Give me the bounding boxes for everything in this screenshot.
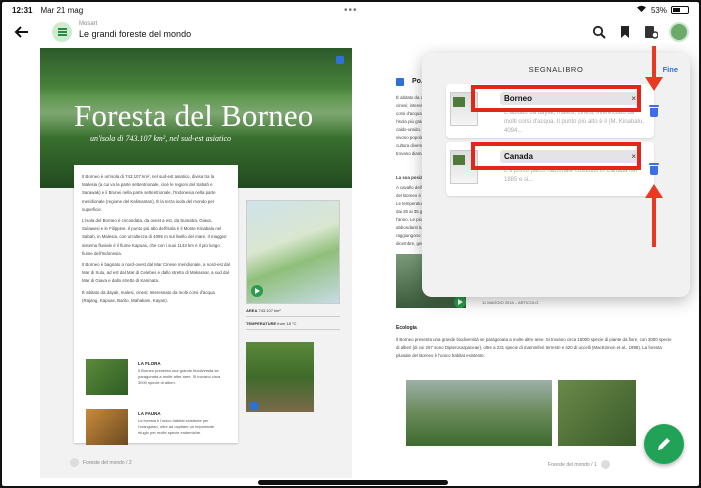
- sidebar-title: LA FLORA: [138, 361, 161, 366]
- map-temp-title: TEMPERATURE: [246, 321, 277, 326]
- tarsier-image[interactable]: [558, 380, 636, 446]
- annotation-marker-icon[interactable]: [250, 402, 258, 410]
- map-card: AREA 743.107 km² TEMPERATURE from 18 °C: [246, 200, 340, 330]
- back-arrow-icon[interactable]: [12, 22, 32, 42]
- edit-pen-button[interactable]: [644, 424, 684, 464]
- highlight-box-borneo: [471, 85, 641, 112]
- page-number-circle: [70, 458, 79, 467]
- bridge-image[interactable]: [246, 342, 314, 412]
- home-indicator[interactable]: [258, 480, 448, 485]
- sidebar-text: La foresta è l'unico habitat esistente p…: [138, 418, 215, 435]
- book-page-left: Foresta del Borneo un'isola di 743.107 k…: [40, 48, 352, 478]
- fauna-image: [86, 409, 128, 445]
- wifi-icon: [636, 5, 647, 15]
- status-bar: 12:31 Mar 21 mag ••• 53%: [2, 2, 699, 18]
- battery-icon: [671, 6, 689, 14]
- sidebar-text: Il Borneo presenta una grande biodiversi…: [138, 368, 221, 385]
- play-video-icon[interactable]: [251, 285, 263, 297]
- forest-mist-image[interactable]: [406, 380, 552, 446]
- flora-image: [86, 359, 128, 395]
- pen-icon: [658, 438, 670, 450]
- toolbar-actions: [591, 22, 689, 42]
- arrow-up-shaft: [652, 197, 656, 247]
- trash-icon[interactable]: [649, 105, 659, 117]
- search-icon[interactable]: [591, 24, 607, 40]
- article-text-box: Il Borneo è un'isola di 743.107 km², nel…: [74, 165, 238, 445]
- article-date: 11 MAGGIO 2016 – ARTICOLO: [482, 300, 539, 305]
- paragraph: Il Borneo è un'isola di 743.107 km², nel…: [82, 174, 216, 212]
- arrow-up-icon: [645, 184, 663, 198]
- page-subtitle: un'isola di 743.107 km², nel sud-est asi…: [90, 134, 231, 143]
- paragraph: L'isola del Borneo è circondata, da oves…: [82, 218, 227, 256]
- page-footer-right: Foreste del mondo / 1: [548, 460, 610, 469]
- publisher-label: Mosart: [79, 21, 98, 27]
- annotation-marker-icon[interactable]: [336, 56, 344, 64]
- panel-title: SEGNALIBRO: [528, 65, 584, 74]
- paragraph: È abitato da dayak, malesi, cinesi; Inte…: [82, 289, 215, 303]
- status-time: 12:31: [12, 5, 33, 15]
- status-date: Mar 21 mag: [40, 5, 84, 15]
- sidebar-boxes: LA FLORA Il Borneo presenta una grande b…: [82, 355, 232, 455]
- map-area-value: 743.107 km²: [258, 308, 281, 313]
- battery-percent: 53%: [650, 5, 667, 15]
- sidebar-item-flora: LA FLORA Il Borneo presenta una grande b…: [82, 355, 232, 401]
- ecology-title: Ecologia: [396, 325, 417, 331]
- sidebar-item-fauna: LA FAUNA La foresta è l'unico habitat es…: [82, 405, 232, 451]
- book-title: Le grandi foreste del mondo: [79, 29, 192, 39]
- ecology-text: Il Borneo presenta una grande biodiversi…: [396, 337, 672, 358]
- map-temp-label: TEMPERATURE from 18 °C: [246, 321, 340, 330]
- table-of-contents-icon[interactable]: [52, 22, 72, 42]
- highlight-box-canada: [471, 142, 641, 170]
- battery-level-fill: [673, 8, 681, 12]
- arrow-down-shaft: [652, 46, 656, 78]
- avatar[interactable]: [669, 22, 689, 42]
- page-title: Foresta del Borneo: [74, 98, 314, 133]
- page-footer-left: Foreste del mondo / 2: [70, 458, 132, 467]
- map-area-label: AREA 743.107 km²: [246, 308, 340, 317]
- annotation-marker-icon[interactable]: [396, 78, 404, 86]
- top-toolbar: Mosart Le grandi foreste del mondo: [2, 18, 699, 48]
- multitasking-dots-icon[interactable]: •••: [344, 5, 358, 16]
- arrow-down-icon: [645, 77, 663, 91]
- borneo-map-image[interactable]: [246, 200, 340, 304]
- play-video-icon[interactable]: [454, 296, 466, 308]
- map-area-title: AREA: [246, 308, 258, 313]
- book-info: Mosart Le grandi foreste del mondo: [79, 21, 191, 39]
- done-button[interactable]: Fine: [663, 65, 678, 74]
- bookmark-icon[interactable]: [617, 24, 633, 40]
- footer-text: Foreste del mondo / 1: [548, 461, 597, 468]
- status-right: 53%: [636, 5, 689, 15]
- bookmark-snippet: È abitato da dayak, malesi, cinesi, inte…: [504, 110, 644, 134]
- bookmarks-settings-icon[interactable]: [643, 24, 659, 40]
- sidebar-title: LA FAUNA: [138, 411, 161, 416]
- page-number-circle: [600, 460, 610, 469]
- paragraph: Il Borneo è bagnato a nord-ovest dal Mar…: [82, 262, 230, 284]
- device-frame: 12:31 Mar 21 mag ••• 53% Mosart Le grand…: [0, 0, 701, 488]
- map-temp-value: from 18 °C: [277, 321, 297, 326]
- footer-text: Foreste del mondo / 2: [83, 459, 132, 466]
- trash-icon[interactable]: [649, 163, 659, 175]
